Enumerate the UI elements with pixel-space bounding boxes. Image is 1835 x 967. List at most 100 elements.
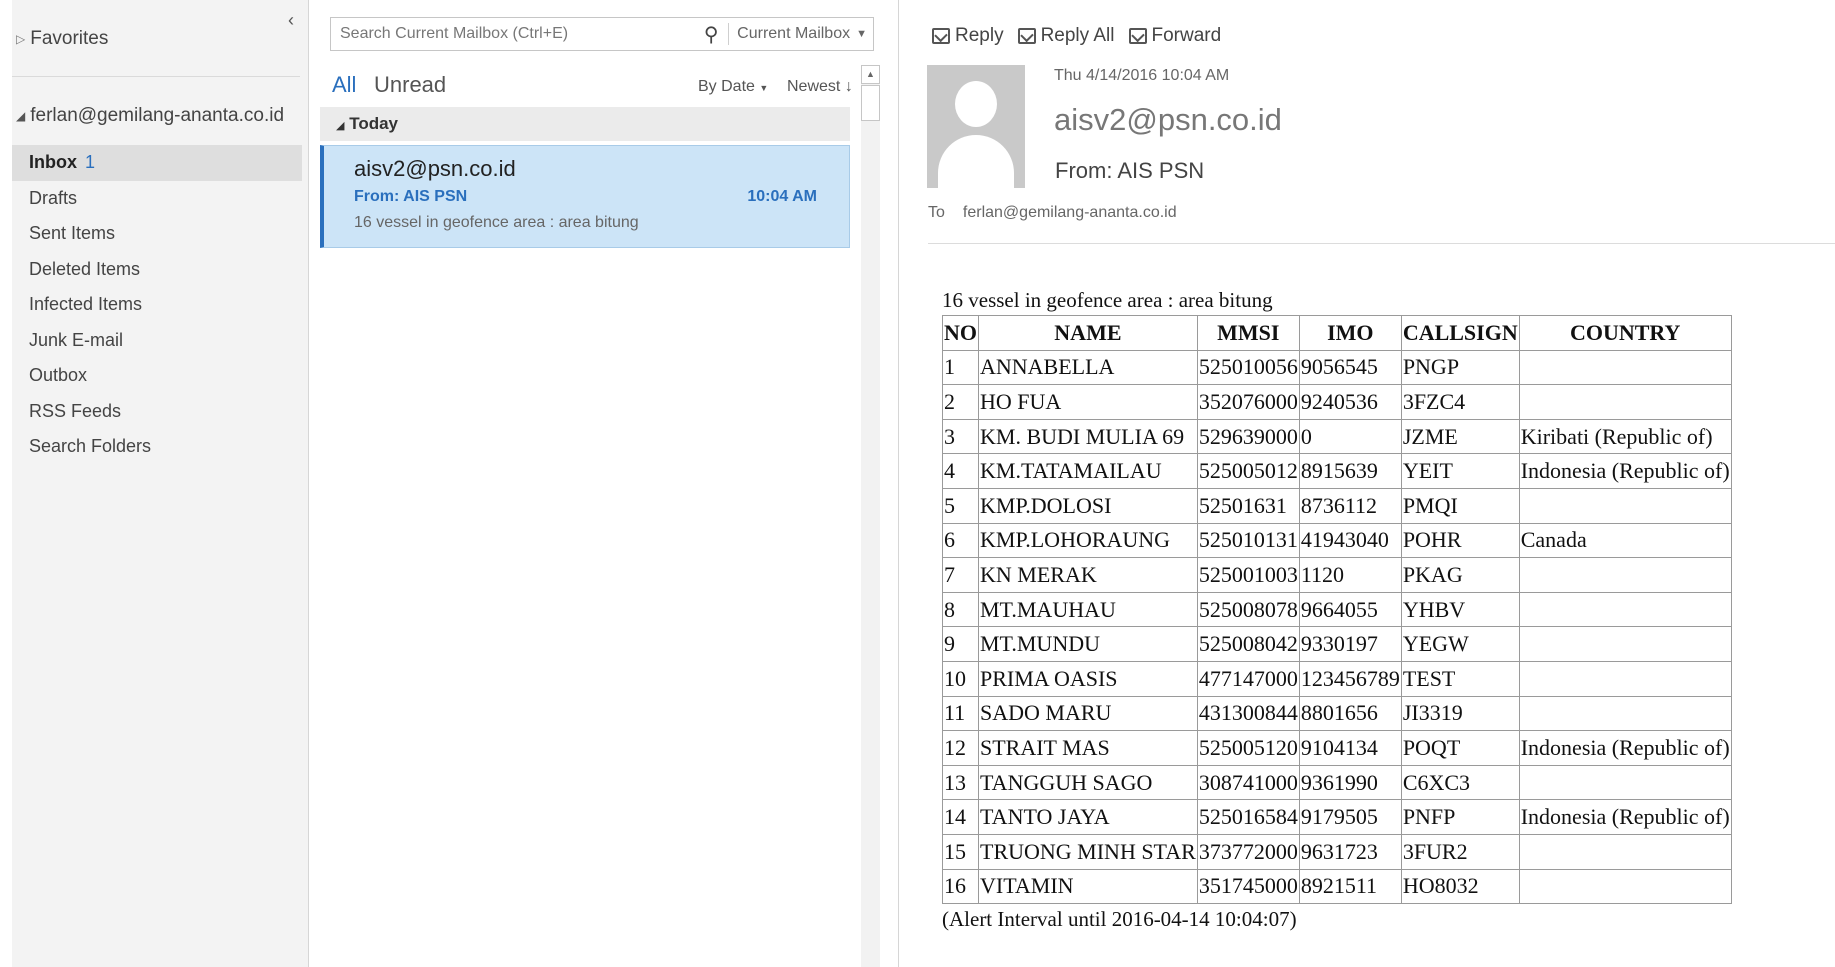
folder-label: RSS Feeds bbox=[29, 400, 122, 421]
table-cell: 3FUR2 bbox=[1400, 833, 1520, 870]
to-label: To bbox=[928, 204, 945, 221]
folder-pane: ▷ Favorites ‹ ◢ ferlan@gemilang-ananta.c… bbox=[12, 0, 308, 967]
folder-label: Outbox bbox=[29, 365, 88, 385]
table-cell: VITAMIN bbox=[978, 868, 1198, 905]
table-cell: 6 bbox=[942, 522, 979, 559]
table-row: 9 MT.MUNDU 525008042 9330197 YEGW bbox=[942, 626, 1732, 662]
table-cell: 9361990 bbox=[1298, 764, 1402, 801]
table-cell: YHBV bbox=[1400, 591, 1520, 628]
reply-button[interactable]: Reply bbox=[932, 25, 1004, 47]
table-cell: JI3319 bbox=[1400, 695, 1520, 732]
body-subject: 16 vessel in geofence area : area bitung bbox=[942, 288, 1273, 312]
forward-button[interactable]: Forward bbox=[1128, 25, 1221, 47]
scroll-up-icon[interactable]: ▲ bbox=[861, 65, 880, 84]
folder-item[interactable]: RSS Feeds bbox=[12, 394, 302, 430]
sort-order-toggle[interactable]: Newest ↓ bbox=[787, 78, 853, 96]
table-cell bbox=[1518, 557, 1732, 593]
table-cell bbox=[1518, 591, 1732, 628]
search-input[interactable]: Search Current Mailbox (Ctrl+E) bbox=[331, 25, 694, 43]
table-cell: Kiribati (Republic of) bbox=[1518, 418, 1732, 455]
folder-item[interactable]: Deleted Items bbox=[12, 252, 302, 288]
account-header[interactable]: ◢ ferlan@gemilang-ananta.co.id bbox=[16, 105, 284, 127]
table-cell: 9 bbox=[942, 626, 979, 662]
table-cell: 525001003 bbox=[1196, 557, 1300, 593]
recipient-address[interactable]: ferlan@gemilang-ananta.co.id bbox=[963, 204, 1177, 222]
pane-divider[interactable] bbox=[308, 0, 309, 967]
table-cell: TANTO JAYA bbox=[978, 799, 1198, 835]
pane-divider[interactable] bbox=[898, 0, 899, 967]
folder-item[interactable]: Search Folders bbox=[12, 429, 302, 465]
message-list-item[interactable]: aisv2@psn.co.id From: AIS PSN 10:04 AM 1… bbox=[320, 145, 850, 248]
table-row: 5 KMP.DOLOSI 52501631 8736112 PMQI bbox=[942, 487, 1732, 524]
table-cell: PMQI bbox=[1400, 487, 1520, 524]
table-cell: 11 bbox=[942, 695, 979, 732]
table-cell: 8915639 bbox=[1298, 453, 1402, 489]
folder-item[interactable]: Drafts bbox=[12, 181, 302, 217]
table-row: 10 PRIMA OASIS 477147000 123456789 TEST bbox=[942, 660, 1732, 697]
table-cell: 13 bbox=[942, 764, 979, 801]
chevron-down-icon: ▼ bbox=[759, 83, 769, 93]
table-cell: KN MERAK bbox=[978, 557, 1198, 593]
sort-by-dropdown[interactable]: By Date ▼ bbox=[698, 78, 768, 96]
table-row: 2 HO FUA 352076000 9240536 3FZC4 bbox=[942, 384, 1732, 420]
table-row: 15 TRUONG MINH STAR 373772000 9631723 3FUR2 bbox=[942, 833, 1732, 870]
table-cell: 525005120 bbox=[1196, 730, 1300, 766]
table-cell: POQT bbox=[1400, 730, 1520, 766]
table-header-row: NO NAME MMSI IMO CALLSIGN COUNTRY bbox=[942, 315, 1732, 351]
table-cell: 1 bbox=[942, 349, 979, 386]
table-cell bbox=[1518, 487, 1732, 524]
folder-item[interactable]: Outbox bbox=[12, 358, 302, 394]
table-cell bbox=[1518, 833, 1732, 870]
collapse-triangle-icon: ◢ bbox=[336, 120, 345, 132]
forward-icon bbox=[1128, 28, 1147, 44]
table-cell: PNFP bbox=[1400, 799, 1520, 835]
folder-label: Junk E-mail bbox=[29, 329, 124, 350]
table-row: 11 SADO MARU 431300844 8801656 JI3319 bbox=[942, 695, 1732, 732]
table-cell: 477147000 bbox=[1196, 660, 1300, 697]
search-scope-dropdown[interactable]: Current Mailbox bbox=[729, 25, 856, 43]
table-cell: 4 bbox=[942, 453, 979, 489]
filter-all-tab[interactable]: All bbox=[332, 72, 356, 98]
message-list-scrollbar[interactable]: ▲ bbox=[861, 65, 880, 967]
table-cell: 10 bbox=[942, 660, 979, 697]
reply-all-button[interactable]: Reply All bbox=[1017, 25, 1115, 47]
message-sender-heading[interactable]: aisv2@psn.co.id bbox=[1054, 102, 1282, 138]
table-cell: KM.TATAMAILAU bbox=[978, 453, 1198, 489]
filter-unread-tab[interactable]: Unread bbox=[374, 72, 446, 98]
folder-label: Search Folders bbox=[29, 436, 152, 456]
collapse-pane-icon[interactable]: ‹ bbox=[288, 10, 294, 31]
folder-label: Sent Items bbox=[29, 223, 116, 243]
table-cell: Indonesia (Republic of) bbox=[1518, 799, 1732, 835]
reply-all-label: Reply All bbox=[1040, 25, 1115, 46]
header-divider bbox=[928, 243, 1835, 244]
folder-item[interactable]: Infected Items bbox=[12, 287, 302, 323]
table-cell: 9631723 bbox=[1298, 833, 1402, 870]
folder-list: Inbox 1 Drafts Sent Items Deleted Items Infec… bbox=[12, 145, 302, 465]
table-row: 16 VITAMIN 351745000 8921511 HO8032 bbox=[942, 868, 1732, 905]
table-cell: TEST bbox=[1400, 660, 1520, 697]
search-icon[interactable]: ⚲ bbox=[694, 22, 728, 47]
filter-row: All Unread By Date ▼ Newest ↓ bbox=[332, 70, 862, 102]
folder-item[interactable]: Junk E-mail bbox=[12, 323, 302, 359]
folder-item[interactable]: Inbox 1 bbox=[12, 145, 302, 181]
table-cell bbox=[1518, 868, 1732, 905]
table-cell: Canada bbox=[1518, 522, 1732, 559]
chevron-down-icon[interactable]: ▼ bbox=[856, 28, 873, 40]
folder-label: Drafts bbox=[29, 187, 78, 208]
table-cell: 525010131 bbox=[1196, 522, 1300, 559]
message-body: 16 vessel in geofence area : area bitung… bbox=[942, 288, 1732, 932]
group-label: Today bbox=[349, 114, 399, 133]
favorites-header[interactable]: ▷ Favorites bbox=[16, 28, 108, 50]
table-cell: 5 bbox=[942, 487, 979, 524]
folder-label: Deleted Items bbox=[29, 258, 141, 279]
column-header: NAME bbox=[978, 315, 1198, 351]
unread-count-badge: 1 bbox=[85, 152, 96, 172]
scroll-thumb[interactable] bbox=[861, 85, 880, 121]
table-row: 1 ANNABELLA 525010056 9056545 PNGP bbox=[942, 349, 1732, 386]
table-cell: 9240536 bbox=[1298, 384, 1402, 420]
folder-item[interactable]: Sent Items bbox=[12, 216, 302, 252]
expand-triangle-icon: ▷ bbox=[16, 32, 26, 46]
group-header-today[interactable]: ◢ Today bbox=[320, 107, 850, 141]
table-cell: 9056545 bbox=[1298, 349, 1402, 386]
search-bar[interactable]: Search Current Mailbox (Ctrl+E) ⚲ Curren… bbox=[330, 17, 874, 51]
